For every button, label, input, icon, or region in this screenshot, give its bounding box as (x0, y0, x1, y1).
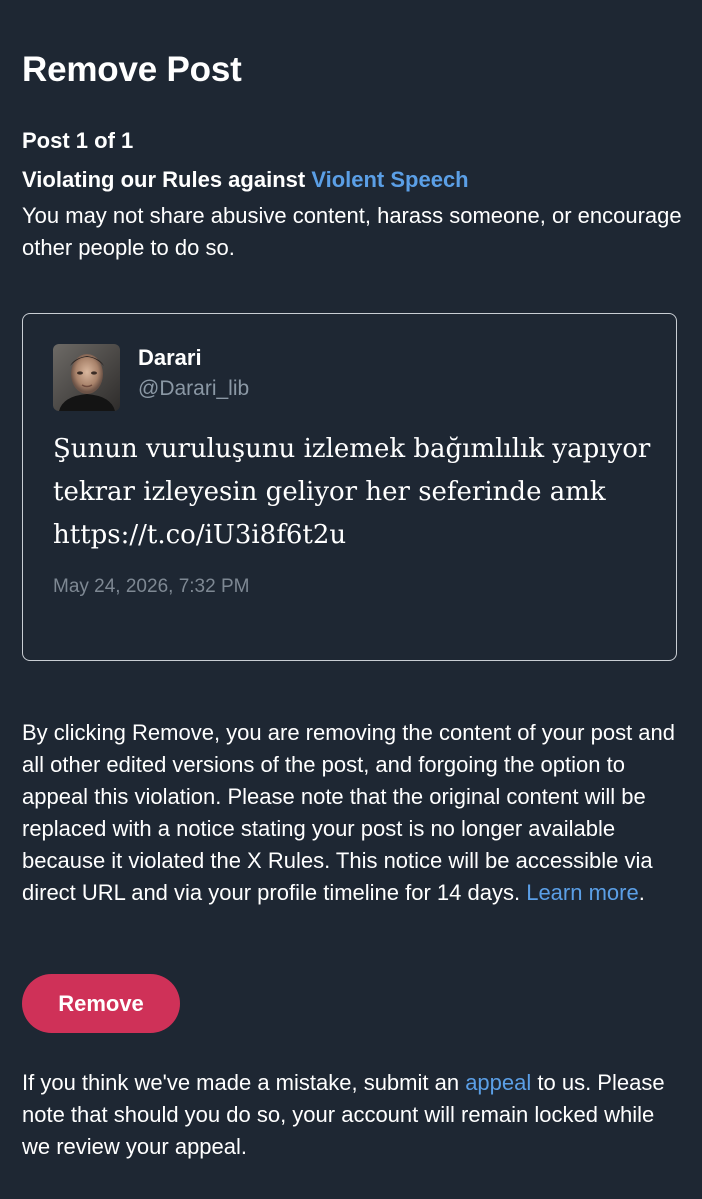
post-counter: Post 1 of 1 (22, 128, 134, 153)
remove-button[interactable]: Remove (22, 974, 180, 1033)
violation-heading: Violating our Rules against Violent Spee… (22, 167, 469, 193)
post-author-handle[interactable]: @Darari_lib (138, 377, 249, 401)
avatar-image (53, 344, 120, 411)
post-timestamp: May 24, 2026, 7:32 PM (53, 576, 250, 597)
appeal-link[interactable]: appeal (465, 1070, 531, 1095)
removal-notice-end: . (638, 880, 645, 905)
appeal-notice: If you think we've made a mistake, submi… (22, 1067, 687, 1163)
avatar[interactable] (53, 344, 120, 411)
learn-more-link[interactable]: Learn more (526, 880, 639, 905)
violation-heading-prefix: Violating our Rules against (22, 167, 312, 192)
violation-description: You may not share abusive content, haras… (22, 203, 682, 260)
removal-notice-text: By clicking Remove, you are removing the… (22, 720, 676, 905)
post-card: Darari @Darari_lib Şunun vuruluşunu izle… (22, 313, 677, 661)
post-text: Şunun vuruluşunu izlemek bağımlılık yapı… (53, 434, 651, 550)
post-author-name[interactable]: Darari (138, 345, 202, 371)
removal-notice: By clicking Remove, you are removing the… (22, 717, 687, 909)
appeal-notice-text-before: If you think we've made a mistake, submi… (22, 1070, 466, 1095)
violent-speech-rule-link[interactable]: Violent Speech (311, 167, 468, 192)
page-title: Remove Post (22, 50, 242, 89)
